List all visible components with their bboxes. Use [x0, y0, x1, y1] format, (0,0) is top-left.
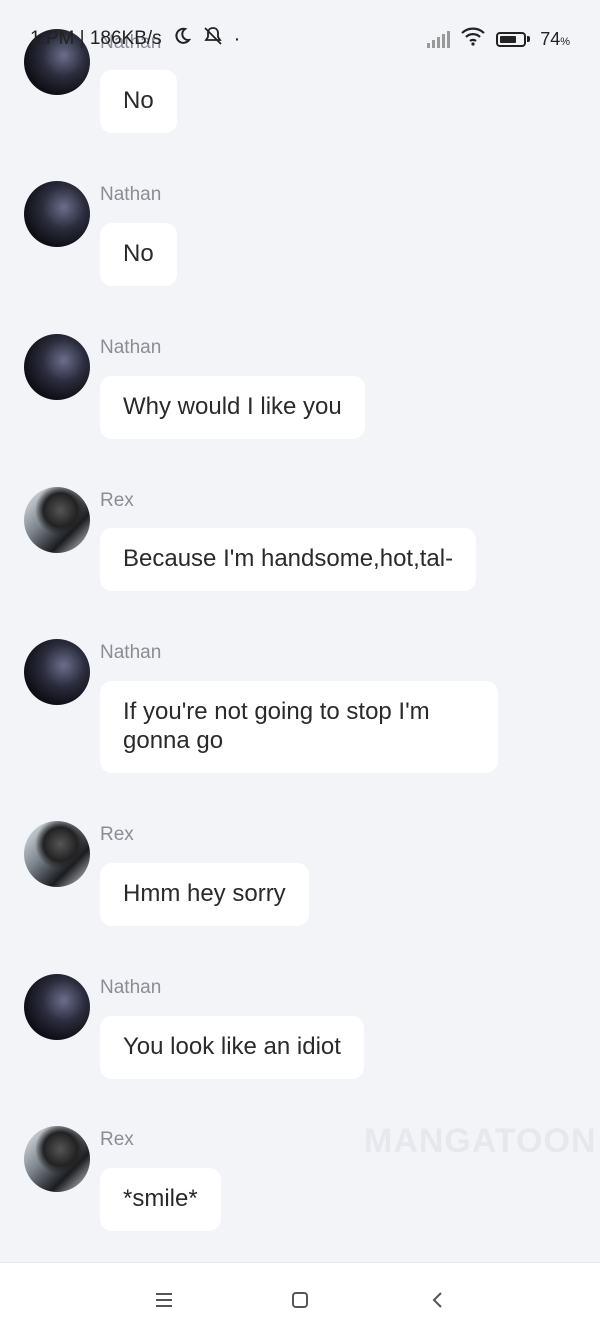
avatar-rex[interactable]: [24, 487, 90, 553]
back-chevron-icon[interactable]: [425, 1287, 451, 1313]
message-bubble[interactable]: If you're not going to stop I'm gonna go: [100, 681, 498, 773]
sender-name: Nathan: [100, 184, 162, 205]
silent-bell-icon: [202, 26, 224, 52]
sender-name: Nathan: [100, 337, 162, 358]
status-right: 74%: [427, 26, 570, 52]
status-dot: ·: [233, 28, 241, 50]
avatar-rex[interactable]: [24, 1126, 90, 1192]
moon-icon: [172, 26, 192, 52]
sender-name: Nathan: [100, 977, 162, 998]
battery-percent: 74%: [540, 28, 570, 49]
sender-name: Nathan: [100, 642, 162, 663]
status-bar: 1:PM | 186KB/s · 74%: [0, 0, 600, 76]
message-bubble[interactable]: No: [100, 70, 177, 133]
sender-name: Rex: [100, 490, 134, 511]
status-left: 1:PM | 186KB/s ·: [30, 26, 240, 52]
signal-icon: [427, 30, 451, 48]
sender-name: Rex: [100, 1129, 134, 1150]
message-bubble[interactable]: You look like an idiot: [100, 1016, 364, 1079]
message-bubble[interactable]: Why would I like you: [100, 376, 365, 439]
avatar-nathan[interactable]: [24, 334, 90, 400]
avatar-rex[interactable]: [24, 821, 90, 887]
menu-icon[interactable]: [151, 1287, 177, 1313]
avatar-nathan[interactable]: [24, 639, 90, 705]
watermark: MANGATOON: [364, 1122, 597, 1160]
avatar-nathan[interactable]: [24, 974, 90, 1040]
message-bubble[interactable]: Hmm hey sorry: [100, 863, 309, 926]
home-square-icon[interactable]: [287, 1287, 313, 1313]
message-bubble[interactable]: Because I'm handsome,hot,tal-: [100, 528, 477, 591]
message-bubble[interactable]: No: [100, 223, 177, 286]
sender-name: Rex: [100, 824, 134, 845]
message-bubble[interactable]: *smile*: [100, 1168, 221, 1231]
chat-screen: 1:PM | 186KB/s · 74% Nathan No Nathan No…: [0, 0, 600, 1333]
avatar-nathan[interactable]: [24, 181, 90, 247]
system-nav-bar: [0, 1262, 600, 1333]
wifi-icon: [460, 26, 486, 52]
battery-icon: [496, 31, 531, 47]
status-time-speed: 1:PM | 186KB/s: [30, 28, 162, 49]
